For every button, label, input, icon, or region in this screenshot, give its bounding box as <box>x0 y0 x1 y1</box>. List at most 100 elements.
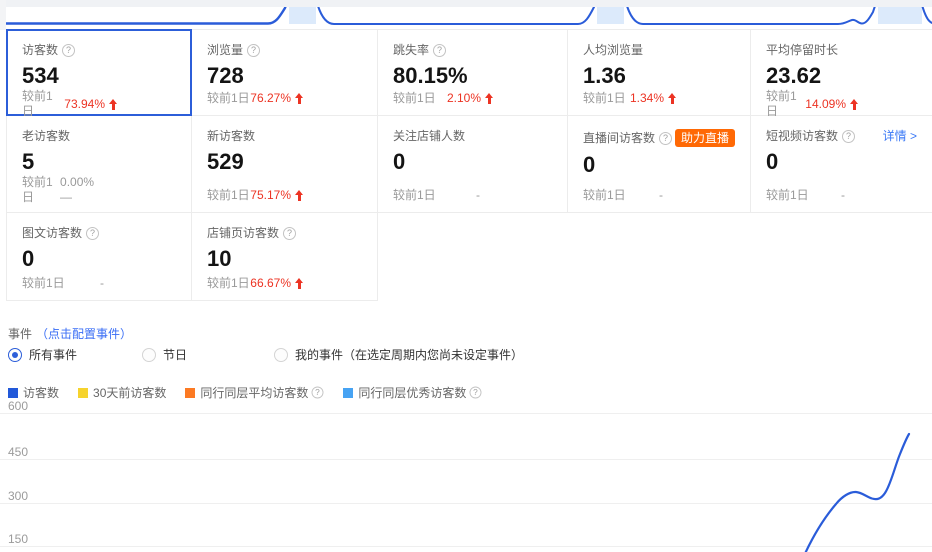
metric-card-avg-stay-time[interactable]: 平均停留时长 23.62 较前1日 14.09% <box>751 29 932 116</box>
events-title: 事件 <box>8 327 32 342</box>
empty-cell <box>751 213 932 301</box>
info-icon[interactable]: ? <box>62 44 75 57</box>
change-value: 75.17% <box>250 188 304 203</box>
arrow-up-icon <box>668 93 677 104</box>
metric-value: 0 <box>393 149 552 175</box>
info-icon[interactable]: ? <box>86 227 99 240</box>
metric-value: 23.62 <box>766 63 917 89</box>
top-sparkline-svg <box>0 0 932 30</box>
arrow-up-icon <box>295 93 304 104</box>
arrow-up-icon <box>485 93 494 104</box>
radio-unselected-icon[interactable] <box>274 348 288 362</box>
metric-card-old-visitors[interactable]: 老访客数 5 较前1日 0.00% — <box>6 116 192 213</box>
radio-all-events[interactable]: 所有事件 <box>8 346 77 363</box>
highlight-band <box>597 7 624 24</box>
radio-unselected-icon[interactable] <box>142 348 156 362</box>
compare-label: 较前1日 <box>207 91 250 106</box>
metric-card-visitors[interactable]: 访客数 ? 534 较前1日 73.94% <box>6 29 192 116</box>
configure-events-link[interactable]: （点击配置事件） <box>36 327 132 342</box>
info-icon[interactable]: ? <box>312 387 324 399</box>
compare-label: 较前1日 <box>22 276 65 291</box>
info-icon[interactable]: ? <box>842 130 855 143</box>
metric-card-livestream-visitors[interactable]: 直播间访客数 ? 助力直播 0 较前1日 - <box>568 116 751 213</box>
arrow-up-icon <box>295 190 304 201</box>
metric-value: 534 <box>22 63 176 89</box>
top-chart-fragment <box>0 0 932 30</box>
info-icon[interactable]: ? <box>247 44 260 57</box>
highlight-band <box>289 7 316 24</box>
metric-card-grid: 访客数 ? 534 较前1日 73.94% 浏览量 ? 728 较前1日 76.… <box>6 29 932 301</box>
metric-card-shop-followers[interactable]: 关注店铺人数 0 较前1日 - <box>378 116 568 213</box>
arrow-up-icon <box>295 278 304 289</box>
metric-label: 浏览量 <box>207 43 243 58</box>
trend-line-svg <box>0 400 932 552</box>
metric-label: 关注店铺人数 <box>393 129 465 144</box>
compare-label: 较前1日 <box>583 91 626 106</box>
change-value: - <box>100 276 104 291</box>
arrow-up-icon <box>850 99 859 110</box>
metric-label: 直播间访客数 <box>583 131 655 146</box>
detail-link[interactable]: 详情 > <box>883 129 917 144</box>
metric-value: 5 <box>22 149 176 175</box>
radio-my-events[interactable]: 我的事件（在选定周期内您尚未设定事件） <box>274 346 523 363</box>
compare-label: 较前1日 <box>22 175 60 205</box>
metric-value: 0 <box>766 149 917 175</box>
chart-legend: 访客数 30天前访客数 同行同层平均访客数 ? 同行同层优秀访客数 ? <box>8 384 482 401</box>
change-value: 2.10% <box>447 91 494 106</box>
info-icon[interactable]: ? <box>470 387 482 399</box>
metric-label: 跳失率 <box>393 43 429 58</box>
change-value: - <box>476 188 480 203</box>
event-filter-radios: 所有事件 节日 我的事件（在选定周期内您尚未设定事件） <box>0 346 932 362</box>
compare-label: 较前1日 <box>207 188 250 203</box>
compare-label: 较前1日 <box>393 91 436 106</box>
change-value: 73.94% <box>64 97 118 112</box>
metric-value: 0 <box>583 152 735 178</box>
metric-label: 图文访客数 <box>22 226 82 241</box>
empty-cell <box>378 213 568 301</box>
compare-label: 较前1日 <box>583 188 626 203</box>
boost-live-badge[interactable]: 助力直播 <box>675 129 735 147</box>
visitors-trend-chart[interactable]: 600 450 300 150 <box>0 400 932 552</box>
empty-cell <box>568 213 751 301</box>
metric-label: 平均停留时长 <box>766 43 838 58</box>
metric-value: 529 <box>207 149 362 175</box>
change-value: 66.67% <box>250 276 304 291</box>
compare-label: 较前1日 <box>766 188 809 203</box>
change-value: - <box>659 188 663 203</box>
compare-label: 较前1日 <box>22 89 64 119</box>
legend-swatch <box>343 388 353 398</box>
metric-label: 短视频访客数 <box>766 129 838 144</box>
metric-card-views-per-visitor[interactable]: 人均浏览量 1.36 较前1日 1.34% <box>568 29 751 116</box>
legend-item-peer-excellent[interactable]: 同行同层优秀访客数 ? <box>343 384 482 401</box>
metric-card-pageviews[interactable]: 浏览量 ? 728 较前1日 76.27% <box>192 29 378 116</box>
change-value: 1.34% <box>630 91 677 106</box>
metric-card-short-video-visitors[interactable]: 短视频访客数 ? 详情 > 0 较前1日 - <box>751 116 932 213</box>
info-icon[interactable]: ? <box>659 132 672 145</box>
compare-label: 较前1日 <box>393 188 436 203</box>
metric-value: 10 <box>207 246 362 272</box>
metric-card-image-text-visitors[interactable]: 图文访客数 ? 0 较前1日 - <box>6 213 192 301</box>
metric-label: 人均浏览量 <box>583 43 643 58</box>
metric-label: 访客数 <box>22 43 58 58</box>
radio-holidays[interactable]: 节日 <box>142 346 187 363</box>
visitors-line <box>803 434 909 552</box>
metric-card-bounce-rate[interactable]: 跳失率 ? 80.15% 较前1日 2.10% <box>378 29 568 116</box>
highlight-band <box>878 7 922 24</box>
info-icon[interactable]: ? <box>283 227 296 240</box>
arrow-up-icon <box>109 99 118 110</box>
metric-card-shop-page-visitors[interactable]: 店铺页访客数 ? 10 较前1日 66.67% <box>192 213 378 301</box>
analytics-dashboard: 访客数 ? 534 较前1日 73.94% 浏览量 ? 728 较前1日 76.… <box>0 0 932 552</box>
info-icon[interactable]: ? <box>433 44 446 57</box>
page-gutter <box>0 0 6 30</box>
metric-label: 新访客数 <box>207 129 255 144</box>
legend-item-visitors[interactable]: 访客数 <box>8 384 59 401</box>
page-gap <box>0 0 932 7</box>
metric-card-new-visitors[interactable]: 新访客数 529 较前1日 75.17% <box>192 116 378 213</box>
metric-value: 0 <box>22 246 176 272</box>
legend-item-peer-average[interactable]: 同行同层平均访客数 ? <box>185 384 324 401</box>
radio-selected-icon[interactable] <box>8 348 22 362</box>
change-value: 76.27% <box>250 91 304 106</box>
metric-value: 80.15% <box>393 63 552 89</box>
legend-swatch <box>185 388 195 398</box>
legend-item-visitors-30d-ago[interactable]: 30天前访客数 <box>78 384 166 401</box>
